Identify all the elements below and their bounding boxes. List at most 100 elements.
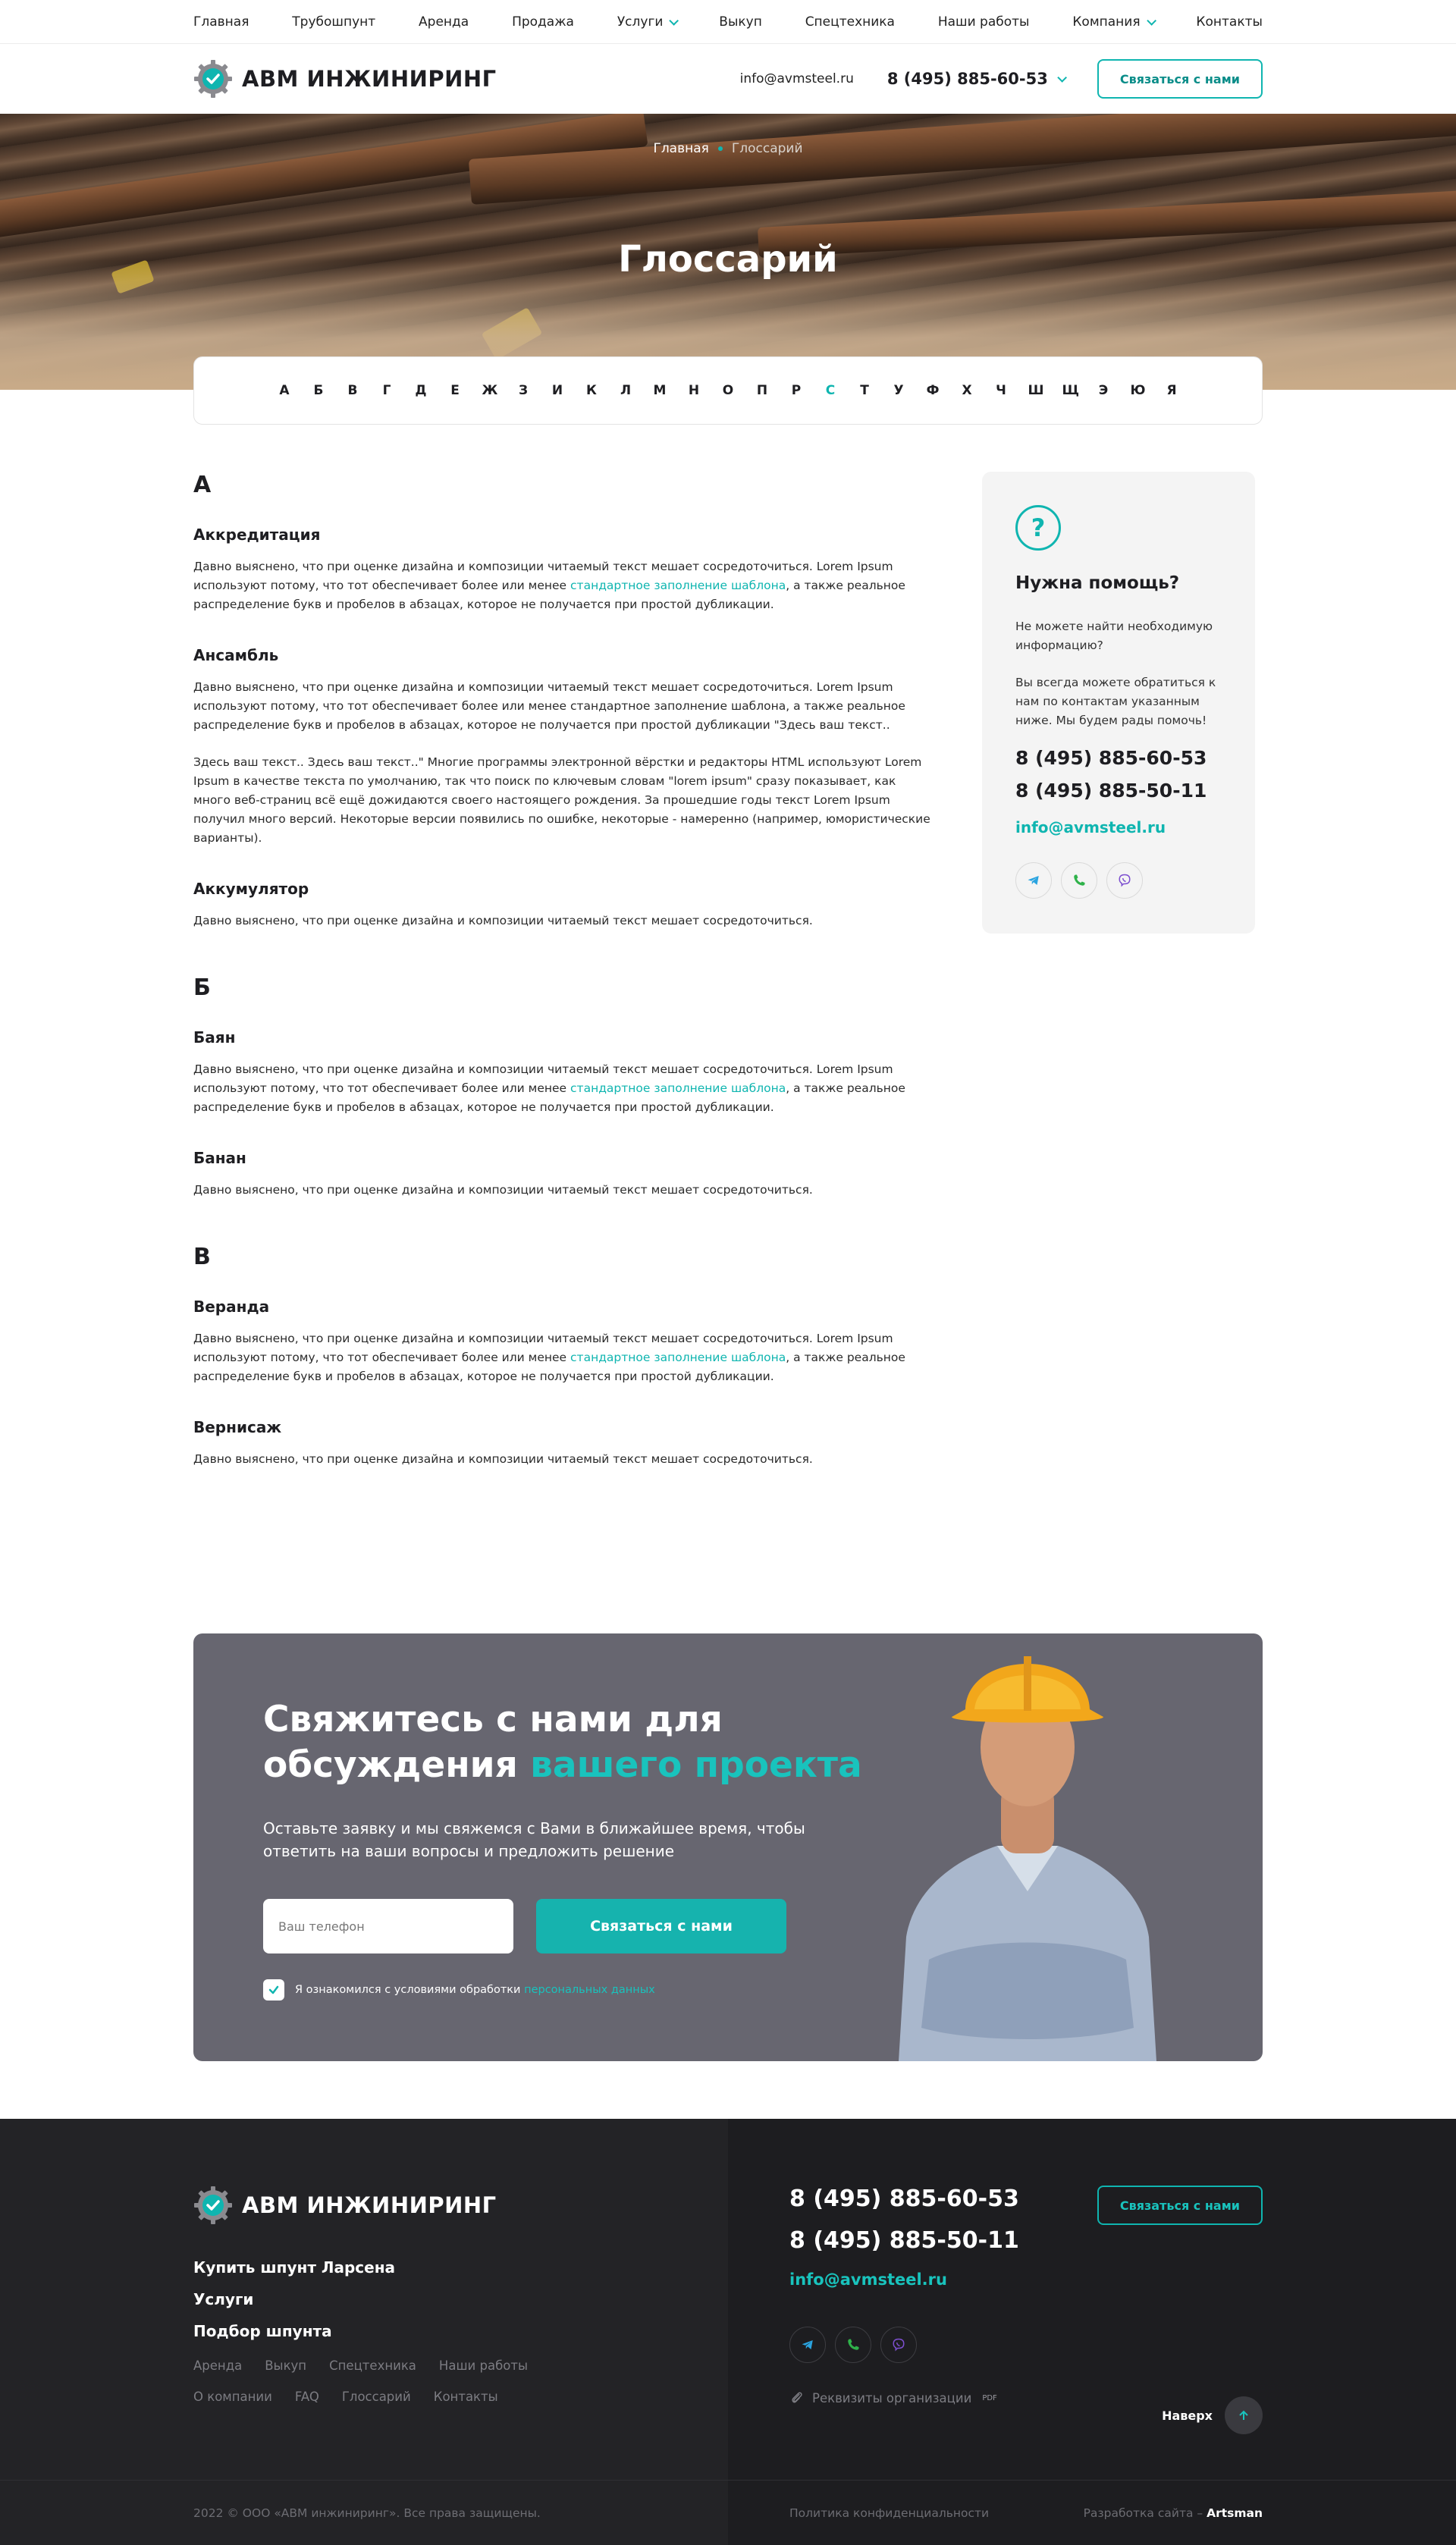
term-title: Банан xyxy=(193,1149,246,1167)
nav-item[interactable]: Контакты xyxy=(1196,14,1263,30)
alphabet-letter[interactable]: И xyxy=(551,383,565,398)
nav-item-label: Трубошпунт xyxy=(292,14,376,30)
footer-contact-button[interactable]: Связаться с нами xyxy=(1097,2186,1263,2225)
paperclip-icon xyxy=(792,2392,802,2403)
alphabet-letter[interactable]: О xyxy=(721,383,736,398)
developer-credit[interactable]: Разработка сайта – Artsman xyxy=(1084,2506,1263,2520)
alphabet-letter[interactable]: Л xyxy=(619,383,633,398)
header-phone[interactable]: 8 (495) 885-60-53 xyxy=(887,70,1067,88)
footer-link[interactable]: Глоссарий xyxy=(342,2390,411,2404)
alphabet-letter[interactable]: Д xyxy=(414,383,428,398)
viber-icon xyxy=(893,2338,905,2352)
nav-item-label: Компания xyxy=(1072,14,1141,30)
footer-link[interactable]: Контакты xyxy=(434,2390,498,2404)
top-nav-list: Главная Трубошпунт Аренда Продажа Услуги Выку… xyxy=(193,0,1263,44)
alphabet-letter[interactable]: С xyxy=(824,383,838,398)
breadcrumb-home[interactable]: Главная xyxy=(653,141,708,156)
header-email[interactable]: info@avmsteel.ru xyxy=(740,71,854,86)
nav-item-label: Продажа xyxy=(512,14,574,30)
nav-item[interactable]: Спецтехника xyxy=(805,14,895,30)
phone-input[interactable]: Ваш телефон xyxy=(263,1899,513,1953)
alphabet-letter[interactable]: А xyxy=(278,383,292,398)
nav-item-label: Аренда xyxy=(419,14,469,30)
phone-button[interactable] xyxy=(835,2327,871,2363)
alphabet-letter[interactable]: М xyxy=(653,383,667,398)
consent-link[interactable]: персональных данных xyxy=(524,1984,655,1996)
alphabet-letter[interactable]: П xyxy=(755,383,770,398)
alphabet-letter[interactable]: Ш xyxy=(1028,383,1044,398)
nav-item-label: Главная xyxy=(193,14,249,30)
section-letter: А xyxy=(193,472,212,498)
footer-link[interactable]: FAQ xyxy=(295,2390,319,2404)
term-title: Аккредитация xyxy=(193,526,321,544)
privacy-link[interactable]: Политика конфиденциальности xyxy=(789,2506,1084,2520)
viber-button[interactable] xyxy=(1106,862,1143,899)
footer-phone[interactable]: 8 (495) 885-50-11 xyxy=(789,2227,1263,2254)
consent-text: Я ознакомился с условиями обработки xyxy=(295,1984,525,1996)
nav-item[interactable]: Продажа xyxy=(512,14,574,30)
footer-link[interactable]: Подбор шпунта xyxy=(193,2322,789,2340)
alphabet-letter[interactable]: Ж xyxy=(482,383,498,398)
footer-logo[interactable]: АВМ ИНЖИНИРИНГ xyxy=(193,2186,789,2225)
term-link[interactable]: стандартное заполнение шаблона xyxy=(570,1351,786,1364)
alphabet-letter[interactable]: Я xyxy=(1165,383,1179,398)
footer-link[interactable]: Наши работы xyxy=(439,2358,528,2373)
footer-link[interactable]: Выкуп xyxy=(265,2358,306,2373)
logo-gear-icon xyxy=(194,60,232,98)
alphabet-letter[interactable]: Е xyxy=(448,383,463,398)
alphabet-letter[interactable]: К xyxy=(585,383,599,398)
nav-item[interactable]: Главная xyxy=(193,14,249,30)
cta-submit-button[interactable]: Связаться с нами xyxy=(536,1899,786,1953)
help-text: Не можете найти необходимую информацию? xyxy=(1015,620,1213,652)
alphabet-letter[interactable]: Н xyxy=(687,383,701,398)
consent-checkbox[interactable] xyxy=(263,1979,284,2001)
help-email[interactable]: info@avmsteel.ru xyxy=(1015,818,1222,836)
telegram-button[interactable] xyxy=(789,2327,826,2363)
nav-item[interactable]: Трубошпунт xyxy=(292,14,375,30)
page-title: Глоссарий xyxy=(618,238,838,281)
header: АВМ ИНЖИНИРИНГ info@avmsteel.ru 8 (495) … xyxy=(0,44,1456,114)
footer-email[interactable]: info@avmsteel.ru xyxy=(789,2270,1263,2289)
phone-button[interactable] xyxy=(1061,862,1097,899)
footer-link[interactable]: Купить шпунт Ларсена xyxy=(193,2258,789,2277)
alphabet-letter[interactable]: З xyxy=(516,383,531,398)
footer-link[interactable]: Услуги xyxy=(193,2290,789,2308)
nav-item[interactable]: Услуги xyxy=(617,14,679,30)
nav-item-label: Наши работы xyxy=(937,14,1030,30)
scroll-top-link[interactable]: Наверх xyxy=(1162,2396,1263,2434)
help-phone[interactable]: 8 (495) 885-50-11 xyxy=(1015,780,1222,802)
footer-link[interactable]: Аренда xyxy=(193,2358,242,2373)
footer-main-links: Купить шпунт Ларсена Услуги Подбор шпунта xyxy=(193,2258,789,2340)
worker-photo xyxy=(899,1656,1156,2061)
alphabet-letter[interactable]: Ю xyxy=(1131,383,1146,398)
alphabet-letter[interactable]: Ф xyxy=(926,383,940,398)
alphabet-letter[interactable]: Щ xyxy=(1062,383,1080,398)
alphabet-letter[interactable]: Ч xyxy=(994,383,1009,398)
telegram-button[interactable] xyxy=(1015,862,1052,899)
alphabet-letter[interactable]: Т xyxy=(858,383,872,398)
viber-button[interactable] xyxy=(880,2327,917,2363)
nav-item[interactable]: Наши работы xyxy=(938,14,1030,30)
alphabet-letter[interactable]: Г xyxy=(380,383,394,398)
alphabet-letter[interactable]: Р xyxy=(789,383,804,398)
nav-item[interactable]: Выкуп xyxy=(719,14,762,30)
nav-item[interactable]: Аренда xyxy=(419,14,469,30)
alphabet-letter[interactable]: Э xyxy=(1097,383,1111,398)
telegram-icon xyxy=(1028,876,1039,885)
alphabet-letter[interactable]: Х xyxy=(960,383,974,398)
logo[interactable]: АВМ ИНЖИНИРИНГ xyxy=(193,59,497,99)
alphabet-letter[interactable]: Б xyxy=(312,383,326,398)
footer-links-row: О компании FAQ Глоссарий Контакты xyxy=(193,2390,789,2404)
nav-item[interactable]: Компания xyxy=(1072,14,1156,30)
help-phone[interactable]: 8 (495) 885-60-53 xyxy=(1015,747,1222,769)
alphabet-letter[interactable]: У xyxy=(892,383,906,398)
alphabet-letter[interactable]: В xyxy=(346,383,360,398)
footer-link[interactable]: Спецтехника xyxy=(329,2358,416,2373)
footer-link[interactable]: О компании xyxy=(193,2390,272,2404)
term-link[interactable]: стандартное заполнение шаблона xyxy=(570,579,786,592)
glossary-term: Аккумулятор Давно выяснено, что при оценк… xyxy=(193,880,937,930)
contact-button[interactable]: Связаться с нами xyxy=(1097,59,1263,99)
term-link[interactable]: стандартное заполнение шаблона xyxy=(570,1081,786,1095)
chevron-down-icon xyxy=(669,15,679,26)
glossary-term: Веранда Давно выяснено, что при оценке ди… xyxy=(193,1298,937,1386)
